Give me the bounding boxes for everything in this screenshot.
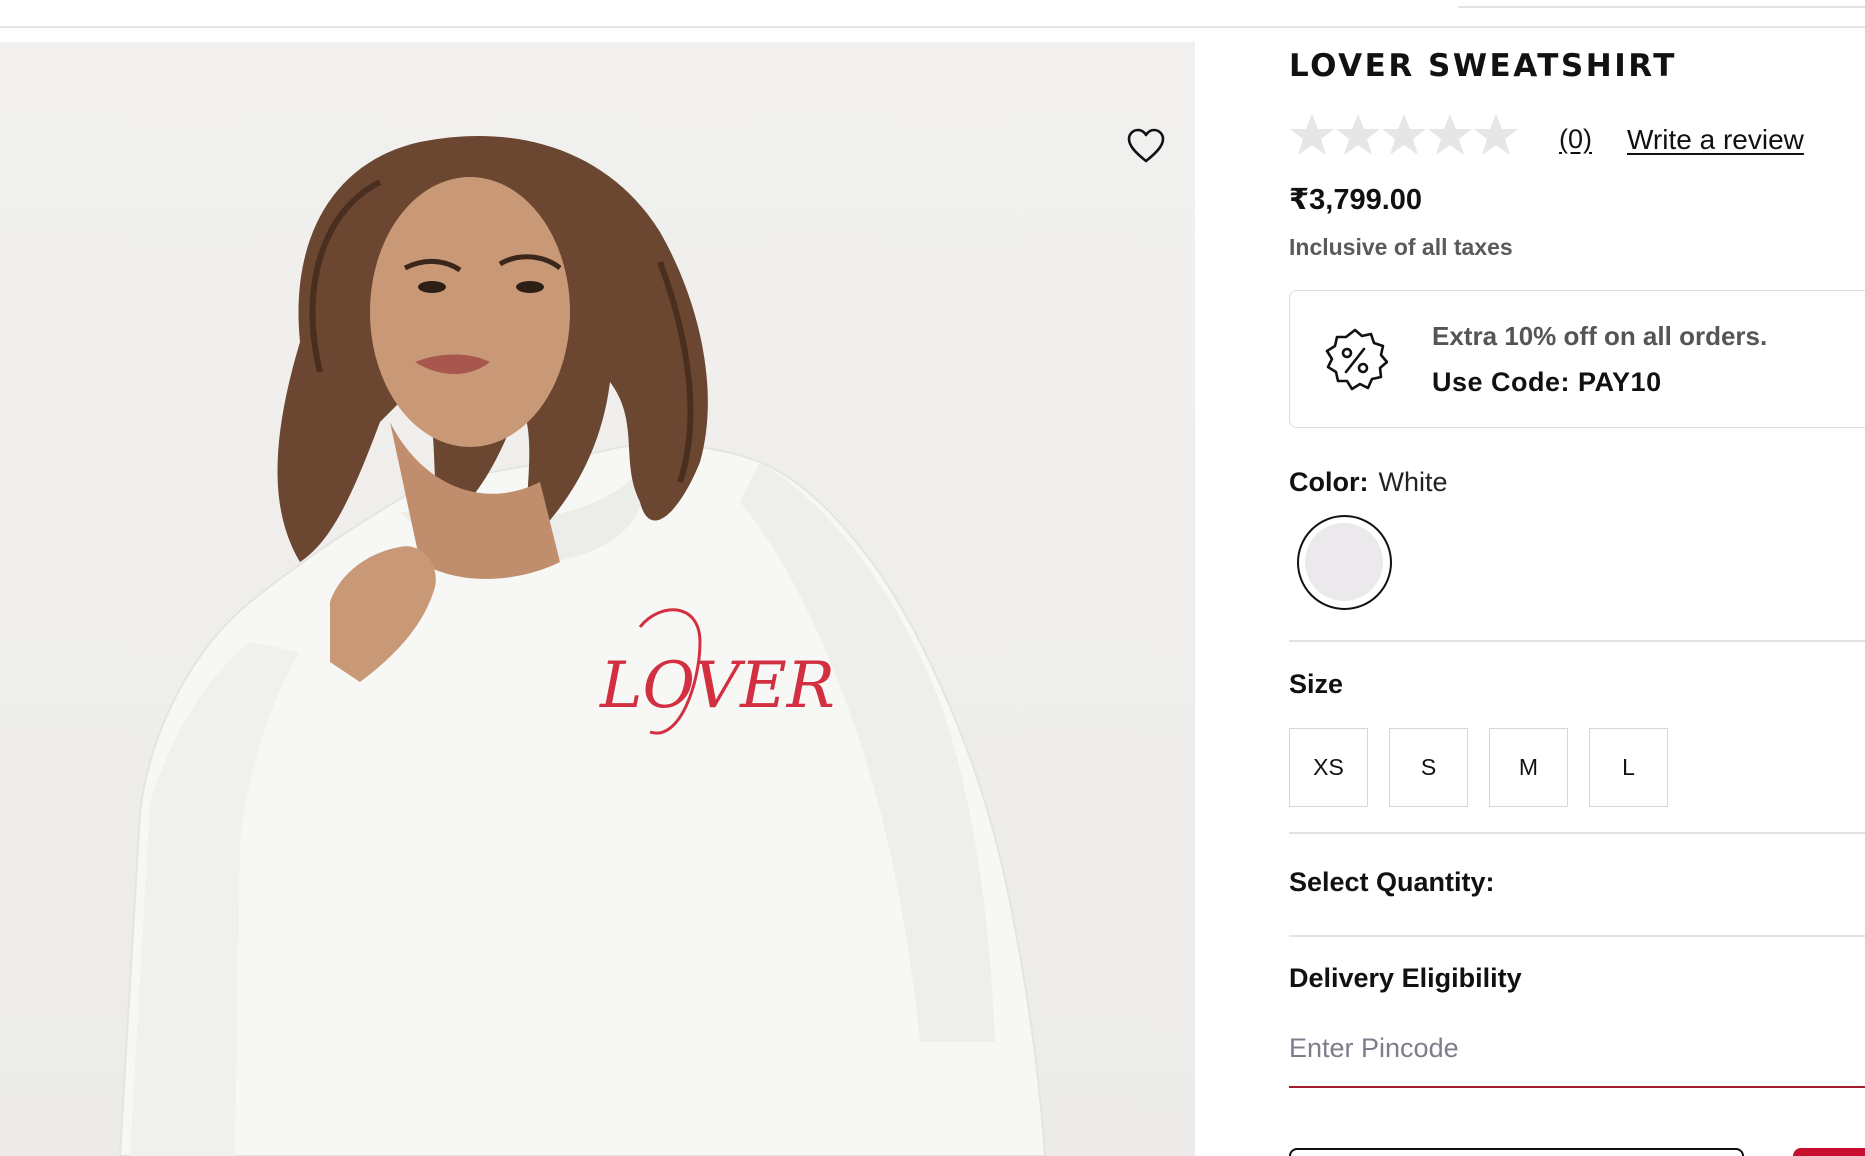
color-swatch-fill xyxy=(1305,523,1383,601)
product-price: ₹3,799.00 xyxy=(1289,184,1423,216)
offer-code: Use Code: PAY10 xyxy=(1432,367,1662,397)
star-rating[interactable] xyxy=(1289,112,1519,158)
product-page: LOVER LOVER SWEATSHIRT (0) Write a revie… xyxy=(0,0,1865,1156)
pincode-input[interactable] xyxy=(1289,1020,1865,1088)
delivery-eligibility-label: Delivery Eligibility xyxy=(1289,963,1522,993)
color-swatch-white[interactable] xyxy=(1297,515,1392,610)
primary-action-button[interactable] xyxy=(1793,1148,1865,1156)
wishlist-button[interactable] xyxy=(1124,126,1168,166)
discount-badge-icon xyxy=(1325,328,1388,391)
color-value: White xyxy=(1378,467,1448,497)
star-icon xyxy=(1290,114,1334,155)
star-icon xyxy=(1428,114,1472,155)
star-icon xyxy=(1474,114,1518,155)
section-divider xyxy=(1289,935,1865,937)
size-options: XS S M L xyxy=(1289,728,1668,807)
size-option-xs[interactable]: XS xyxy=(1289,728,1368,807)
header-search-underline xyxy=(1458,0,1865,8)
rating-row: (0) Write a review xyxy=(1289,108,1865,164)
select-quantity-label: Select Quantity: xyxy=(1289,867,1495,897)
size-label: Size xyxy=(1289,669,1344,699)
model-photo: LOVER xyxy=(118,136,1047,1156)
color-row: Color: White xyxy=(1289,467,1448,498)
star-icon xyxy=(1336,114,1380,155)
size-option-l[interactable]: L xyxy=(1589,728,1668,807)
review-count-link[interactable]: (0) xyxy=(1559,124,1592,155)
section-divider xyxy=(1289,832,1865,834)
color-label: Color: xyxy=(1289,467,1369,497)
write-review-link[interactable]: Write a review xyxy=(1627,124,1804,156)
secondary-action-button[interactable] xyxy=(1289,1148,1744,1156)
print-lover-text: LOVER xyxy=(599,649,835,723)
size-option-m[interactable]: M xyxy=(1489,728,1568,807)
product-title: LOVER SWEATSHIRT xyxy=(1289,48,1677,84)
offer-banner: Extra 10% off on all orders. Use Code: P… xyxy=(1289,290,1865,428)
tax-note: Inclusive of all taxes xyxy=(1289,234,1513,260)
top-navigation-bar xyxy=(0,0,1865,28)
section-divider xyxy=(1289,640,1865,642)
offer-text: Extra 10% off on all orders. xyxy=(1432,321,1768,351)
star-icon xyxy=(1382,114,1426,155)
heart-icon xyxy=(1127,128,1165,163)
size-option-s[interactable]: S xyxy=(1389,728,1468,807)
product-image: LOVER xyxy=(0,42,1195,1156)
